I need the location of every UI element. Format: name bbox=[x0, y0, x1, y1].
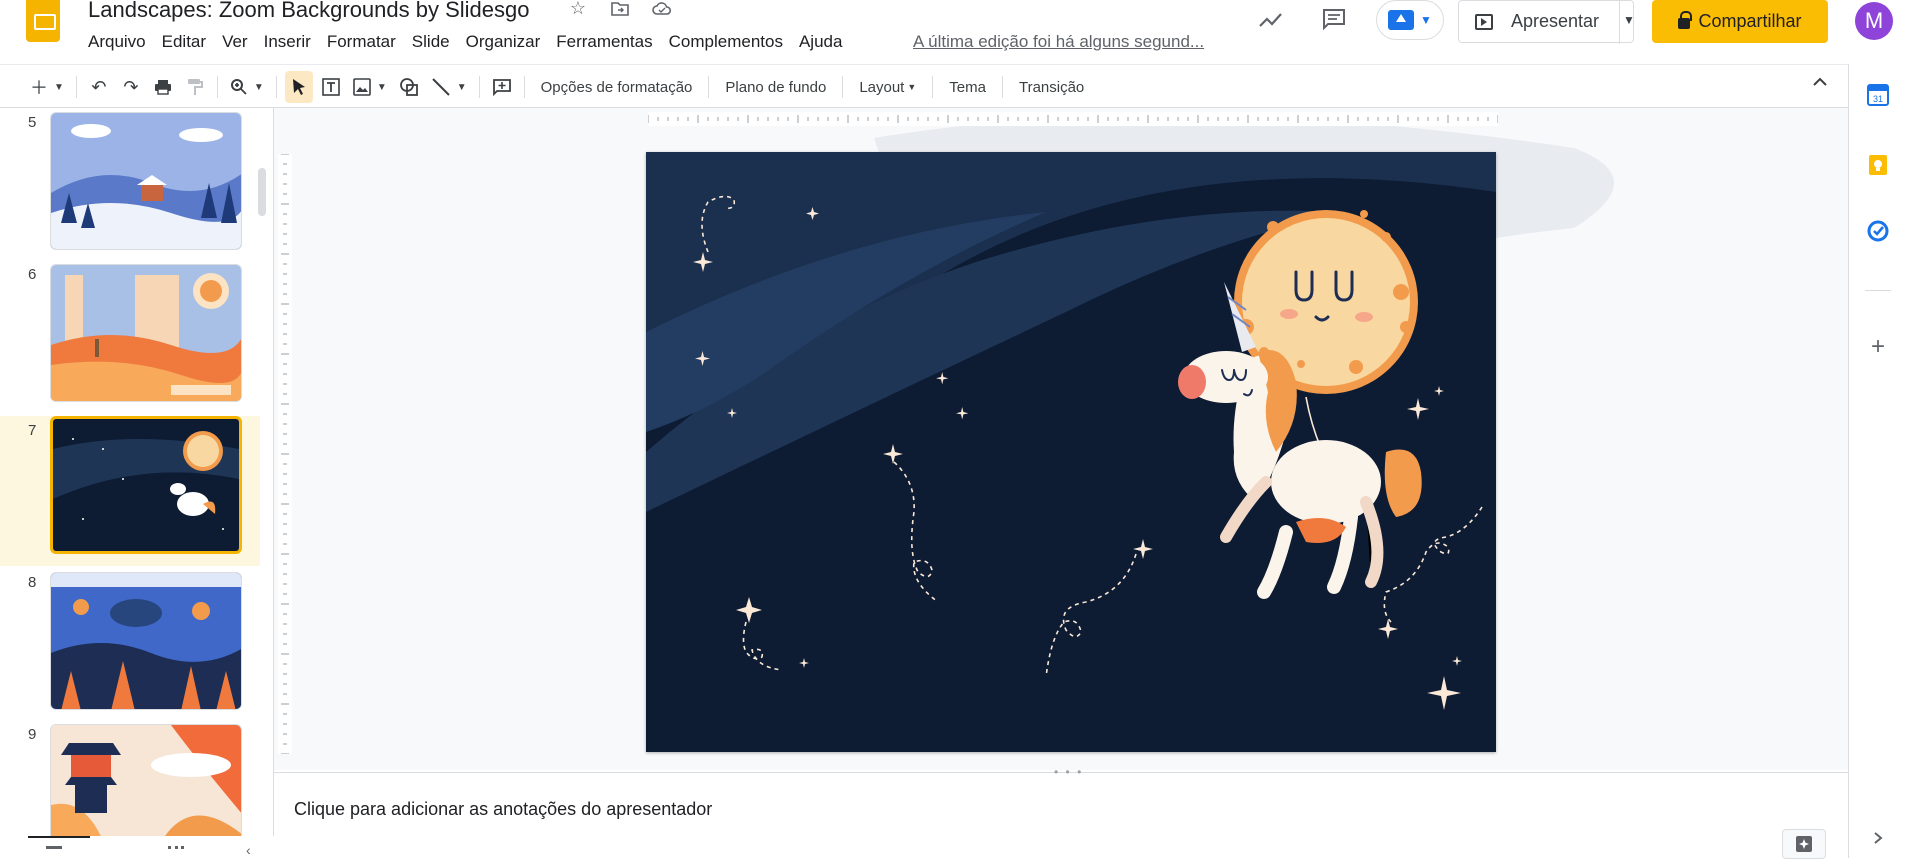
title-icons: ☆ bbox=[568, 0, 672, 18]
present-button[interactable]: Apresentar ▼ bbox=[1458, 0, 1635, 44]
keep-icon[interactable] bbox=[1867, 154, 1889, 176]
menu-editar[interactable]: Editar bbox=[154, 30, 214, 54]
present-options-chevron-icon[interactable]: ▼ bbox=[1623, 13, 1635, 27]
share-button[interactable]: Compartilhar bbox=[1652, 0, 1828, 43]
menu-complementos[interactable]: Complementos bbox=[661, 30, 791, 54]
menu-ferramentas[interactable]: Ferramentas bbox=[548, 30, 660, 54]
filmstrip-slide-5[interactable]: 5 bbox=[0, 108, 260, 258]
background-button[interactable]: Plano de fundo bbox=[717, 71, 834, 103]
slide-thumbnail[interactable] bbox=[50, 572, 242, 710]
shape-icon[interactable] bbox=[395, 71, 423, 103]
trending-up-icon[interactable] bbox=[1258, 6, 1284, 32]
side-panel: 31 + bbox=[1848, 64, 1905, 858]
star-icon[interactable]: ☆ bbox=[568, 0, 588, 18]
chevron-right-icon[interactable] bbox=[1867, 830, 1889, 852]
filmstrip-footer: ‹ bbox=[0, 836, 274, 858]
text-box-icon[interactable] bbox=[317, 71, 345, 103]
last-edit-link[interactable]: A última edição foi há alguns segund... bbox=[913, 32, 1204, 52]
meet-present-button[interactable]: ▼ bbox=[1376, 0, 1444, 40]
paint-format-icon[interactable] bbox=[181, 71, 209, 103]
comment-icon[interactable] bbox=[1322, 6, 1348, 32]
lock-icon bbox=[1678, 11, 1693, 29]
cloud-saved-icon[interactable] bbox=[652, 0, 672, 18]
present-label: Apresentar bbox=[1511, 11, 1600, 31]
select-cursor-icon[interactable] bbox=[284, 71, 313, 103]
slide-thumbnail-active[interactable] bbox=[50, 416, 242, 554]
chevron-down-icon: ▼ bbox=[1420, 13, 1432, 27]
menu-arquivo[interactable]: Arquivo bbox=[80, 30, 154, 54]
chevron-down-icon: ▼ bbox=[907, 82, 917, 92]
menu-bar: Arquivo Editar Ver Inserir Formatar Slid… bbox=[80, 30, 850, 54]
toolbar: ＋ ▼ ↶ ↷ ▼ ▼ ▼ Opções de formatação Plano… bbox=[0, 64, 1848, 108]
grid-view-icon[interactable] bbox=[168, 846, 184, 858]
transition-button[interactable]: Transição bbox=[1011, 71, 1092, 103]
chevron-left-icon[interactable]: ‹ bbox=[246, 842, 251, 858]
share-label: Compartilhar bbox=[1698, 11, 1802, 31]
redo-icon[interactable]: ↷ bbox=[117, 71, 145, 103]
top-bar: Landscapes: Zoom Backgrounds by Slidesgo… bbox=[0, 0, 1905, 64]
filmstrip-slide-6[interactable]: 6 bbox=[0, 260, 260, 410]
folder-move-icon[interactable] bbox=[610, 0, 630, 18]
slide-artwork bbox=[646, 152, 1496, 752]
slide-thumbnail[interactable] bbox=[50, 264, 242, 402]
collapse-toolbar-icon[interactable] bbox=[1812, 74, 1828, 92]
list-view-icon[interactable] bbox=[46, 846, 62, 858]
present-to-meeting-icon bbox=[1388, 10, 1415, 30]
slideshow-icon bbox=[1475, 13, 1493, 30]
slide-number: 8 bbox=[28, 574, 37, 591]
explore-button[interactable] bbox=[1782, 829, 1826, 859]
line-icon[interactable]: ▼ bbox=[427, 71, 471, 103]
speaker-notes: • • • Clique para adicionar as anotações… bbox=[274, 765, 1848, 859]
image-icon[interactable]: ▼ bbox=[349, 71, 391, 103]
menu-ajuda[interactable]: Ajuda bbox=[791, 30, 850, 54]
slide-number: 9 bbox=[28, 726, 37, 743]
menu-inserir[interactable]: Inserir bbox=[256, 30, 319, 54]
speaker-notes-input[interactable]: Clique para adicionar as anotações do ap… bbox=[294, 799, 712, 820]
filmstrip-slide-8[interactable]: 8 bbox=[0, 568, 260, 718]
document-title[interactable]: Landscapes: Zoom Backgrounds by Slidesgo bbox=[88, 0, 529, 23]
slide-number: 6 bbox=[28, 266, 37, 283]
slide-number: 5 bbox=[28, 114, 37, 131]
layout-button[interactable]: Layout ▼ bbox=[851, 71, 924, 103]
add-comment-icon[interactable] bbox=[488, 71, 516, 103]
zoom-icon[interactable]: ▼ bbox=[226, 71, 268, 103]
slide-thumbnail[interactable] bbox=[50, 112, 242, 250]
undo-icon[interactable]: ↶ bbox=[85, 71, 113, 103]
plus-icon[interactable]: + bbox=[1867, 335, 1889, 359]
menu-formatar[interactable]: Formatar bbox=[319, 30, 404, 54]
format-options-button[interactable]: Opções de formatação bbox=[533, 71, 701, 103]
menu-ver[interactable]: Ver bbox=[214, 30, 256, 54]
menu-organizar[interactable]: Organizar bbox=[458, 30, 549, 54]
slide-canvas-area bbox=[274, 108, 1848, 770]
tasks-icon[interactable] bbox=[1867, 220, 1889, 242]
theme-button[interactable]: Tema bbox=[941, 71, 994, 103]
new-slide-button[interactable]: ＋ ▼ bbox=[26, 71, 68, 103]
filmstrip-slide-7[interactable]: 7 bbox=[0, 416, 260, 566]
svg-text:31: 31 bbox=[1873, 94, 1883, 104]
calendar-icon[interactable]: 31 bbox=[1867, 84, 1889, 106]
filmstrip-scrollbar[interactable] bbox=[258, 168, 266, 216]
notes-resize-handle[interactable]: • • • bbox=[1054, 765, 1083, 779]
menu-slide[interactable]: Slide bbox=[404, 30, 458, 54]
slide-canvas[interactable] bbox=[646, 152, 1496, 752]
slide-filmstrip: 5 6 7 8 9 bbox=[0, 108, 274, 858]
avatar[interactable]: M bbox=[1855, 2, 1893, 40]
slide-number: 7 bbox=[28, 422, 37, 439]
slides-logo-icon[interactable] bbox=[26, 0, 60, 42]
vertical-ruler[interactable] bbox=[278, 154, 292, 754]
horizontal-ruler[interactable] bbox=[648, 112, 1498, 126]
print-icon[interactable] bbox=[149, 71, 177, 103]
